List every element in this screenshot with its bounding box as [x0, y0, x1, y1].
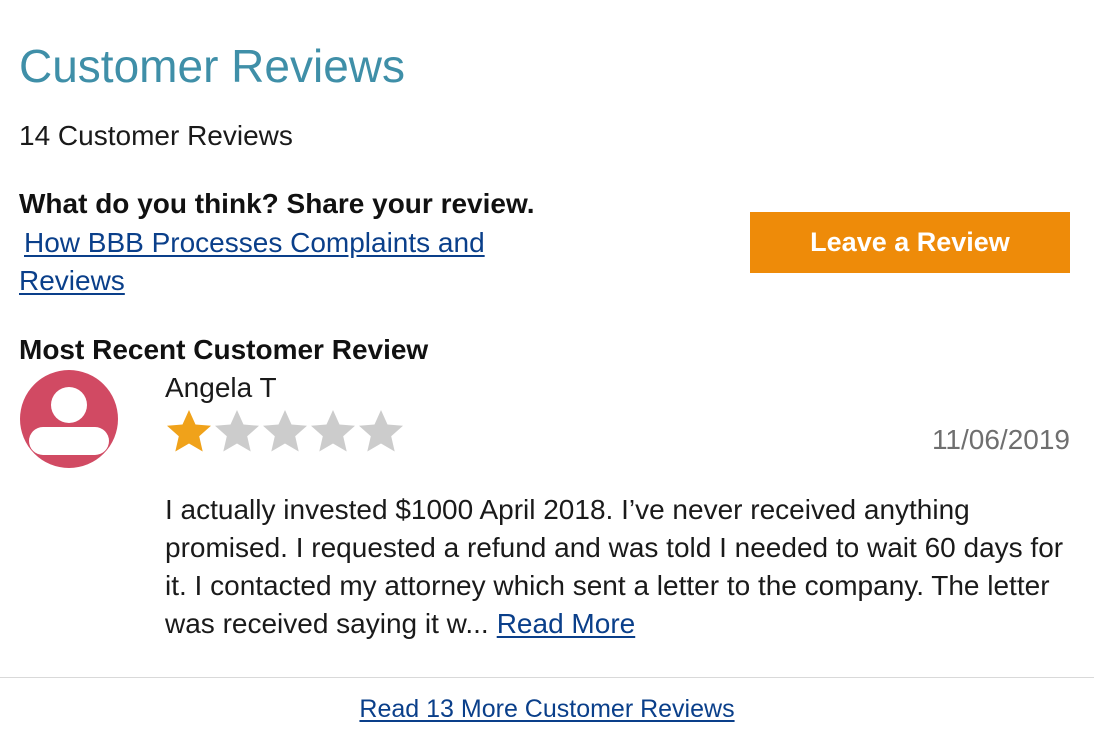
avatar-body: [29, 427, 109, 455]
star-empty-icon: [215, 410, 259, 452]
read-more-reviews-link[interactable]: Read 13 More Customer Reviews: [359, 695, 734, 723]
star-empty-icon: [311, 410, 355, 452]
review-body: I actually invested $1000 April 2018. I’…: [165, 491, 1071, 643]
bbb-process-link[interactable]: How BBB Processes Complaints and Reviews: [19, 227, 485, 296]
page-title: Customer Reviews: [19, 40, 405, 92]
process-link-wrapper: How BBB Processes Complaints and Reviews: [19, 224, 579, 300]
leave-review-button[interactable]: Leave a Review: [750, 212, 1070, 273]
reviewer-name: Angela T: [165, 372, 277, 403]
more-reviews-container: Read 13 More Customer Reviews: [0, 692, 1094, 726]
share-prompt: What do you think? Share your review.: [19, 188, 535, 219]
review-date: 11/06/2019: [931, 424, 1070, 455]
user-avatar-icon: [20, 370, 118, 468]
star-empty-icon: [359, 410, 403, 452]
divider: [0, 677, 1094, 678]
read-more-link[interactable]: Read More: [497, 608, 636, 639]
star-rating: [165, 408, 405, 456]
star-empty-icon: [263, 410, 307, 452]
avatar-head: [51, 387, 87, 423]
review-count: 14 Customer Reviews: [19, 120, 293, 151]
star-filled-icon: [167, 410, 211, 452]
recent-review-heading: Most Recent Customer Review: [19, 334, 429, 365]
